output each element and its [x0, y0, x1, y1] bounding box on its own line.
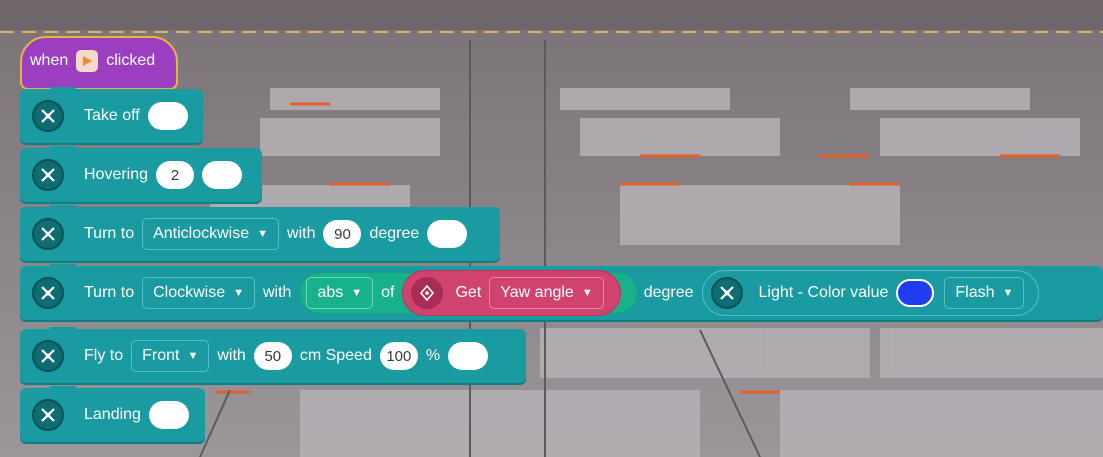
direction-dropdown[interactable]: Anticlockwise ▼ — [142, 218, 280, 250]
light-color-label: Light - Color value — [758, 284, 889, 301]
drone-icon — [32, 159, 64, 191]
abs-dropdown[interactable]: abs ▼ — [306, 277, 374, 309]
drone-icon — [32, 100, 64, 132]
speed-input[interactable]: 100 — [379, 342, 418, 370]
percent-label: % — [425, 347, 441, 364]
with-label: with — [263, 284, 292, 301]
chevron-down-icon: ▼ — [1002, 287, 1014, 299]
hovering-block[interactable]: Hovering 2 — [20, 146, 262, 202]
when-clicked-hat-block[interactable]: when clicked — [20, 36, 178, 90]
take-off-label: Take off — [84, 107, 140, 124]
light-mode-dropdown[interactable]: Flash ▼ — [944, 277, 1025, 309]
take-off-block[interactable]: Take off — [20, 87, 203, 143]
distance-input[interactable]: 50 — [253, 342, 292, 370]
chevron-down-icon: ▼ — [257, 228, 269, 240]
chevron-down-icon: ▼ — [233, 287, 244, 299]
with-label: with — [287, 225, 316, 242]
abs-reporter[interactable]: abs ▼ of Get Yaw angle ▼ — [299, 270, 638, 316]
of-label: of — [381, 284, 395, 301]
light-color-swatch[interactable] — [896, 279, 935, 307]
landing-label: Landing — [84, 406, 141, 423]
fly-direction-dropdown[interactable]: Front ▼ — [131, 340, 210, 372]
sensor-dropdown[interactable]: Yaw angle ▼ — [489, 277, 604, 309]
hovering-empty-slot[interactable] — [202, 161, 243, 189]
turn-to-label: Turn to — [84, 284, 135, 301]
landing-empty-slot[interactable] — [148, 401, 189, 429]
get-sensor-reporter[interactable]: Get Yaw angle ▼ — [402, 270, 621, 316]
fly-to-label: Fly to — [84, 347, 124, 364]
sensor-value: Yaw angle — [500, 284, 574, 301]
turn-empty-slot[interactable] — [427, 220, 468, 248]
light-color-segment[interactable]: Light - Color value Flash ▼ — [701, 270, 1040, 316]
chevron-down-icon: ▼ — [187, 350, 199, 362]
fly-empty-slot[interactable] — [448, 342, 489, 370]
drone-icon — [32, 399, 64, 431]
get-label: Get — [455, 284, 482, 301]
direction-value: Anticlockwise — [153, 225, 250, 242]
turn-anticlockwise-block[interactable]: Turn to Anticlockwise ▼ with 90 degree — [20, 205, 500, 261]
clicked-label: clicked — [106, 52, 156, 69]
degree-input[interactable]: 90 — [323, 220, 362, 248]
cm-speed-label: cm Speed — [299, 347, 372, 364]
turn-clockwise-block[interactable]: Turn to Clockwise ▼ with abs ▼ of Get Ya… — [20, 264, 1103, 320]
position-sensor-icon — [411, 277, 444, 309]
landing-block[interactable]: Landing — [20, 386, 205, 442]
direction-value: Clockwise — [153, 284, 226, 301]
abs-value: abs — [317, 284, 344, 301]
fly-direction-value: Front — [142, 347, 180, 364]
drone-icon — [32, 340, 64, 372]
drone-icon — [32, 218, 64, 250]
hovering-seconds-input[interactable]: 2 — [156, 161, 195, 189]
fly-to-block[interactable]: Fly to Front ▼ with 50 cm Speed 100 % — [20, 327, 526, 383]
drone-icon — [32, 277, 64, 309]
chevron-down-icon: ▼ — [581, 287, 593, 299]
light-mode-value: Flash — [955, 284, 995, 301]
when-label: when — [30, 52, 69, 69]
turn-to-label: Turn to — [84, 225, 135, 242]
play-flag-icon — [76, 50, 99, 72]
degree-label: degree — [643, 284, 694, 301]
degree-label: degree — [369, 225, 420, 242]
hovering-label: Hovering — [84, 166, 149, 183]
with-label: with — [217, 347, 246, 364]
take-off-empty-slot[interactable] — [147, 102, 188, 130]
chevron-down-icon: ▼ — [351, 287, 363, 299]
drone-icon — [710, 277, 743, 309]
direction-dropdown[interactable]: Clockwise ▼ — [142, 277, 255, 309]
